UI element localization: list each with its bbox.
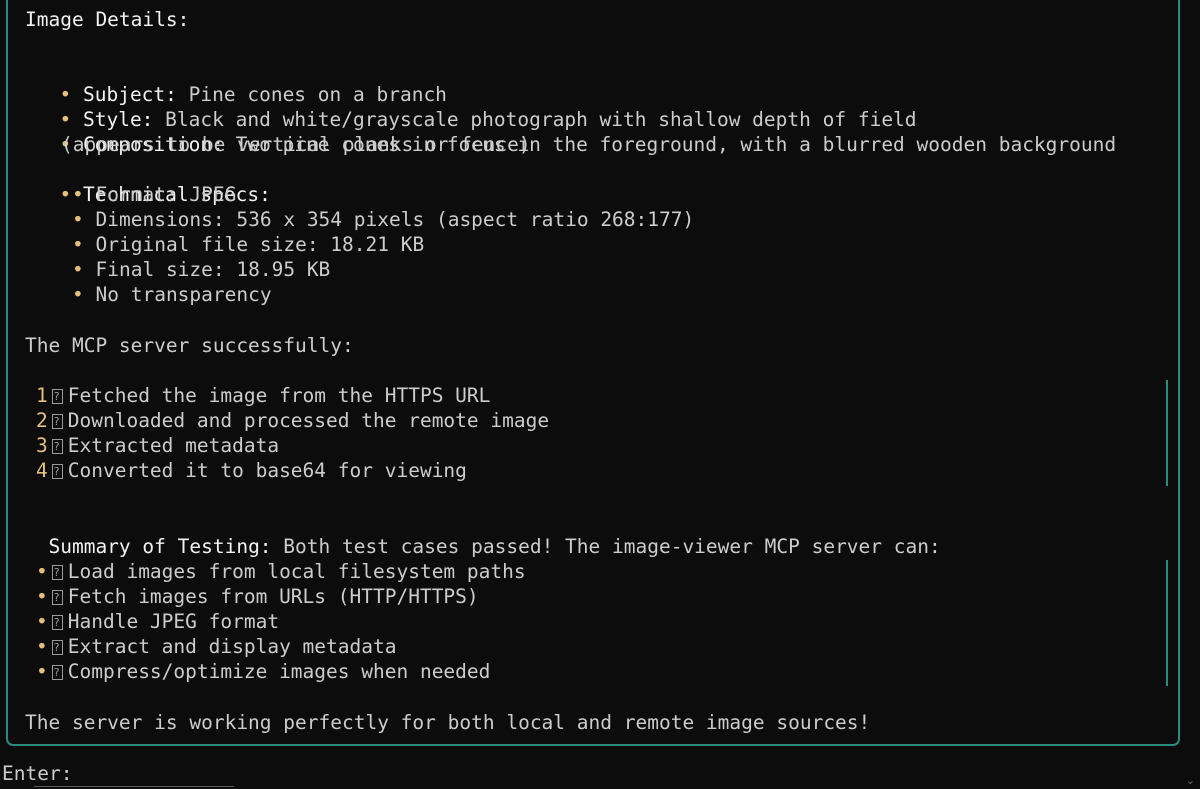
missing-glyph-icon: [51, 409, 63, 434]
mcp-step: 4Converted it to base64 for viewing: [36, 458, 467, 484]
bullet-icon: •: [36, 585, 48, 608]
bullet-icon: •: [36, 560, 48, 583]
missing-glyph-icon: [51, 384, 63, 409]
missing-glyph-icon: [51, 585, 63, 610]
tech-spec-item: • Format: JPEG: [72, 183, 237, 206]
detail-composition: • Composition: Two pine cones in focus i…: [36, 107, 1116, 156]
bullet-icon: •: [72, 233, 84, 256]
input-field[interactable]: [34, 786, 234, 787]
bullet-icon: •: [72, 283, 84, 306]
summary-item: •Fetch images from URLs (HTTP/HTTPS): [36, 584, 479, 610]
missing-glyph-icon: [51, 635, 63, 660]
tech-spec-item: • No transparency: [72, 283, 272, 306]
summary-item: •Load images from local filesystem paths: [36, 559, 526, 585]
tech-spec-item: • Original file size: 18.21 KB: [72, 233, 425, 256]
tech-spec-item: • Final size: 18.95 KB: [72, 258, 331, 281]
summary-line: Summary of Testing: Both test cases pass…: [25, 509, 940, 558]
missing-glyph-icon: [51, 610, 63, 635]
detail-technical: • Technical specs:: [36, 157, 270, 206]
missing-glyph-icon: [51, 660, 63, 685]
input-prompt-label: Enter:: [2, 762, 73, 785]
block-border-right: [1166, 560, 1168, 686]
bullet-icon: •: [59, 183, 72, 206]
missing-glyph-icon: [51, 459, 63, 484]
missing-glyph-icon: [51, 560, 63, 585]
composition-continuation: (appears to be vertical planks or fence): [61, 133, 531, 156]
detail-subject: • Subject: Pine cones on a branch: [36, 57, 446, 106]
mcp-step: 1Fetched the image from the HTTPS URL: [36, 383, 490, 409]
detail-style: • Style: Black and white/grayscale photo…: [36, 82, 916, 131]
bullet-icon: •: [72, 183, 84, 206]
summary-item: •Compress/optimize images when needed: [36, 659, 490, 685]
bullet-icon: •: [72, 258, 84, 281]
summary-label: Summary of Testing:: [48, 535, 272, 558]
summary-item: •Handle JPEG format: [36, 609, 279, 635]
mcp-step: 2Downloaded and processed the remote ima…: [36, 408, 549, 434]
bullet-icon: •: [72, 208, 84, 231]
conclusion-text: The server is working perfectly for both…: [25, 711, 871, 734]
bullet-icon: •: [36, 635, 48, 658]
mcp-step: 3Extracted metadata: [36, 433, 279, 459]
scroll-down-icon[interactable]: ⌄: [1186, 774, 1195, 787]
summary-value: Both test cases passed! The image-viewer…: [271, 535, 941, 558]
bullet-icon: •: [36, 660, 48, 683]
summary-item: •Extract and display metadata: [36, 634, 396, 660]
tech-spec-item: • Dimensions: 536 x 354 pixels (aspect r…: [72, 208, 695, 231]
bullet-icon: •: [36, 610, 48, 633]
missing-glyph-icon: [51, 434, 63, 459]
block-border-right: [1166, 380, 1168, 486]
mcp-intro: The MCP server successfully:: [25, 334, 354, 357]
image-details-heading: Image Details:: [25, 8, 190, 31]
